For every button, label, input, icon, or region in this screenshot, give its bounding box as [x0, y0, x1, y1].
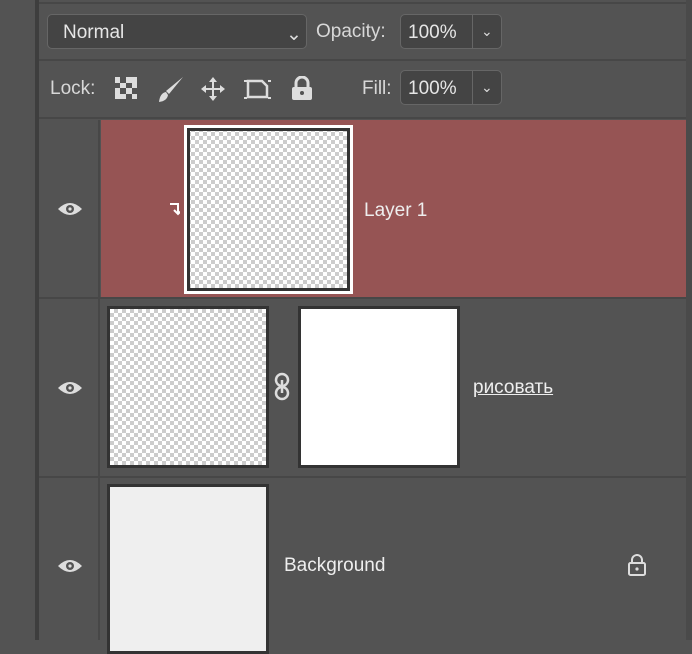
lock-icon[interactable] [627, 553, 647, 577]
lock-all-icon[interactable] [291, 76, 313, 101]
layer-name[interactable]: Layer 1 [364, 200, 427, 222]
visibility-toggle[interactable] [39, 299, 100, 476]
blend-mode-select[interactable]: Normal ⌄ [47, 14, 307, 49]
chevron-down-icon: ⌄ [286, 24, 302, 45]
fill-value: 100% [408, 78, 457, 99]
layer-row-layer-1[interactable]: Layer 1 [39, 120, 686, 297]
lock-artboard-icon[interactable] [244, 76, 272, 102]
layer-row-background[interactable]: Background [39, 478, 686, 654]
layer-thumbnail[interactable] [107, 484, 269, 654]
visibility-toggle[interactable] [39, 120, 100, 297]
divider [39, 117, 686, 119]
visibility-toggle[interactable] [39, 478, 100, 640]
scrollbar[interactable] [686, 0, 692, 640]
layer-thumbnail[interactable] [107, 306, 269, 468]
link-icon[interactable] [274, 372, 290, 402]
opacity-value: 100% [408, 22, 457, 43]
lock-transparent-pixels-icon[interactable] [115, 77, 137, 99]
opacity-input[interactable]: 100% ⌄ [400, 14, 502, 49]
layer-mask-thumbnail[interactable] [298, 306, 460, 468]
clipping-mask-arrow-icon [170, 203, 180, 216]
layer-name[interactable]: рисовать [473, 377, 553, 399]
layer-row-risovat[interactable]: рисовать [39, 299, 686, 476]
layer-name[interactable]: Background [284, 555, 385, 577]
layer-thumbnail[interactable] [184, 125, 353, 294]
eye-icon[interactable] [57, 558, 83, 574]
eye-icon[interactable] [57, 380, 83, 396]
eye-icon[interactable] [57, 201, 83, 217]
blend-mode-value: Normal [63, 22, 125, 43]
lock-position-icon[interactable] [200, 76, 226, 102]
chevron-down-icon[interactable]: ⌄ [481, 79, 493, 96]
opacity-label: Opacity: [316, 21, 386, 42]
fill-label: Fill: [362, 78, 392, 99]
chevron-down-icon[interactable]: ⌄ [481, 23, 493, 40]
fill-input[interactable]: 100% ⌄ [400, 70, 502, 105]
divider [39, 2, 686, 4]
lock-label: Lock: [50, 78, 96, 99]
lock-image-pixels-icon[interactable] [157, 75, 185, 103]
divider [39, 59, 686, 61]
